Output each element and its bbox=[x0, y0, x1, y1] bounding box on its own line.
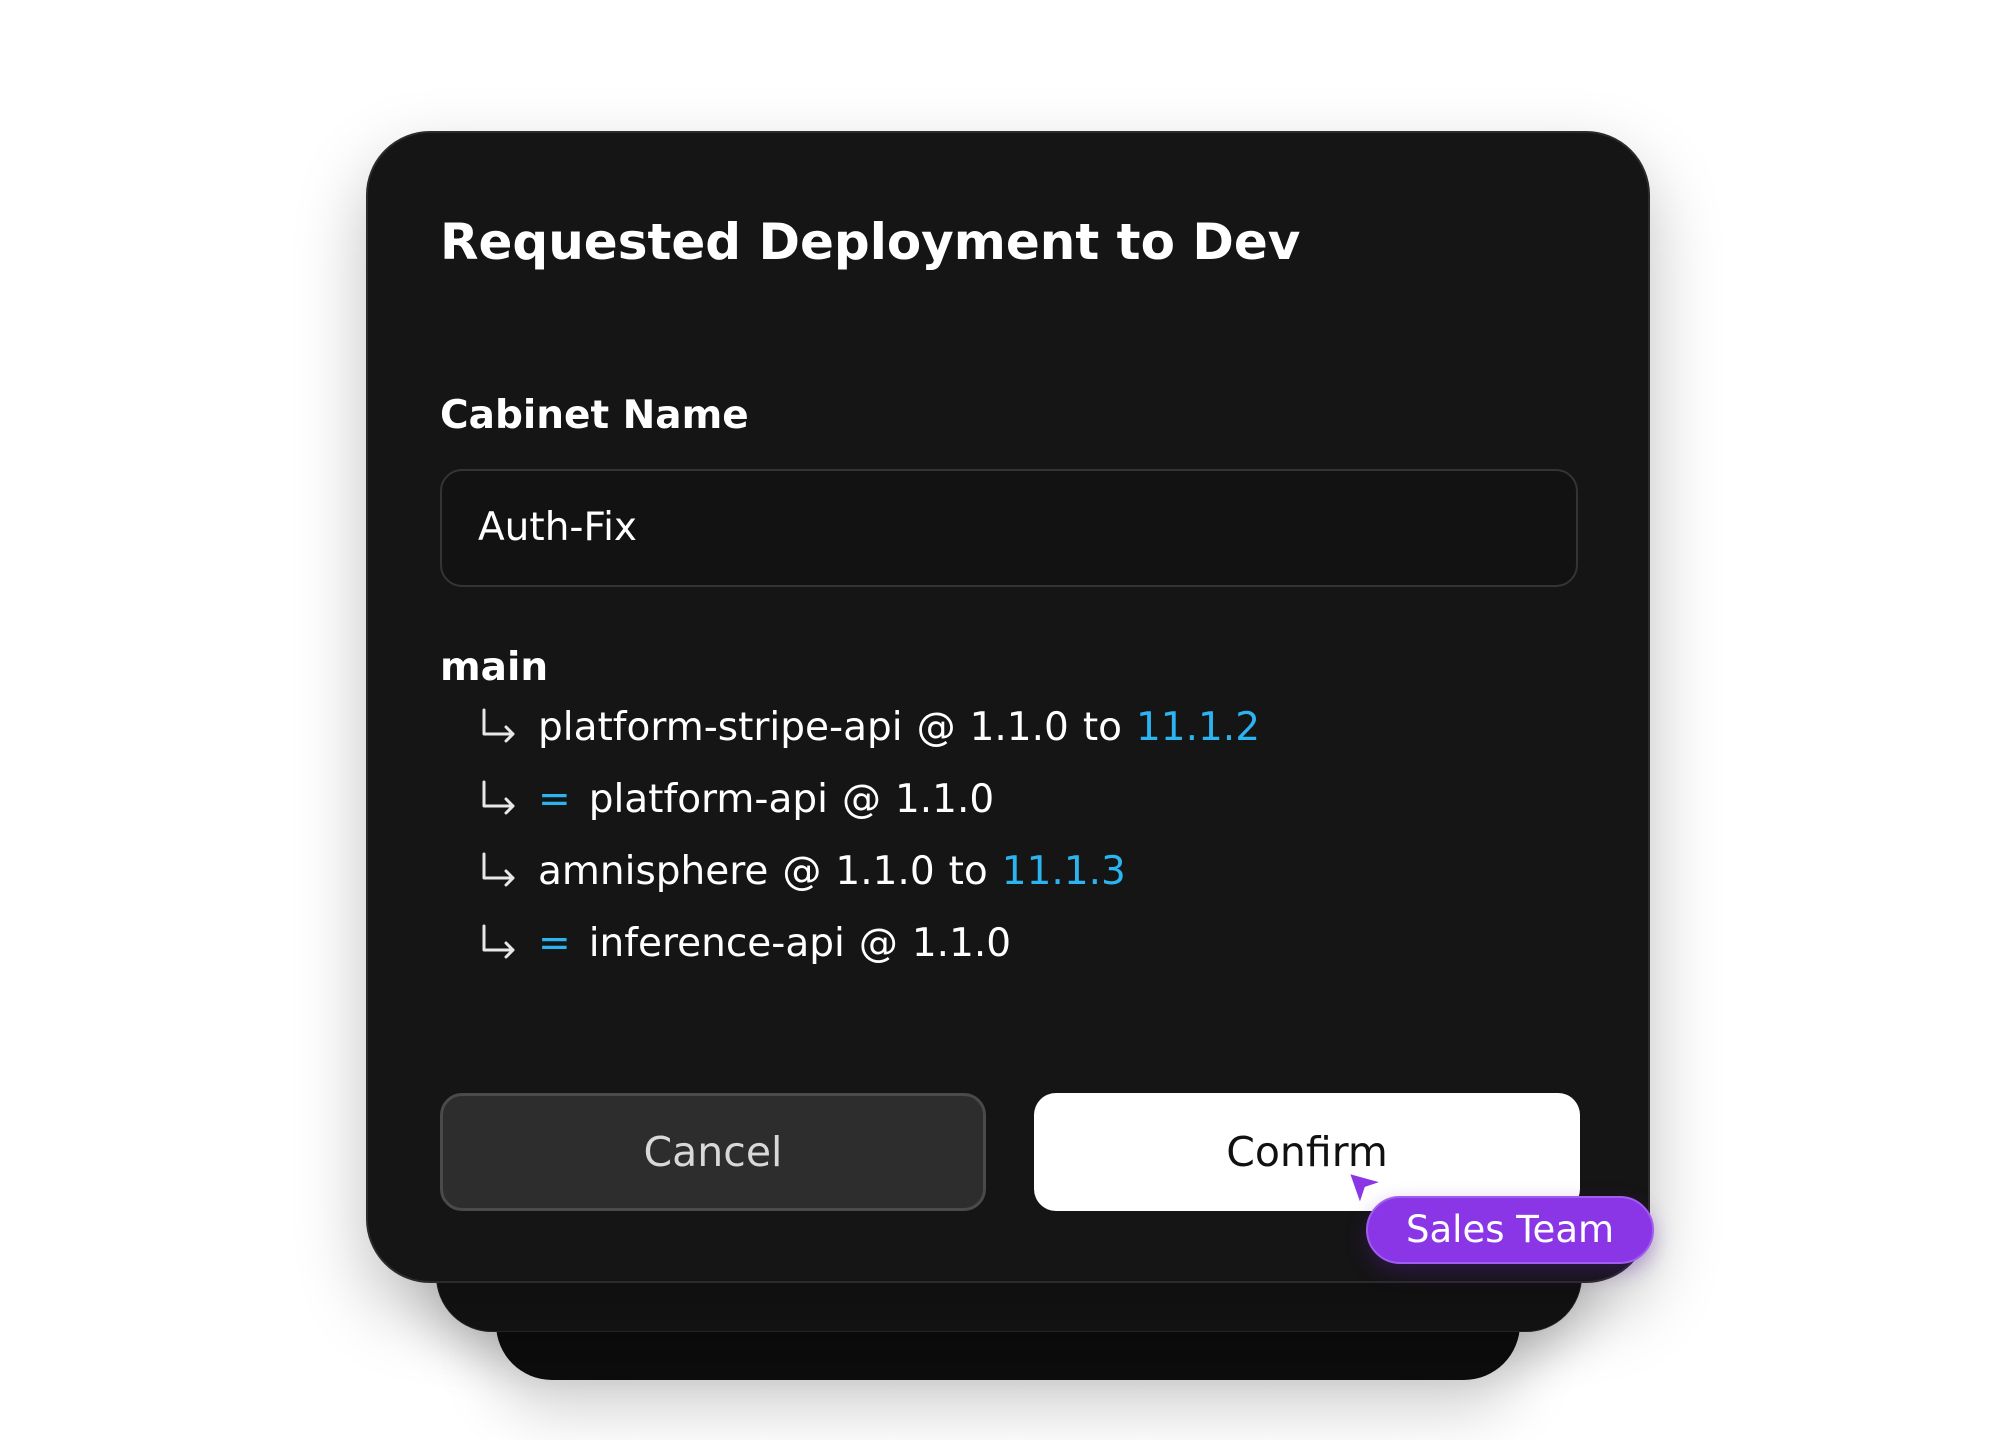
cancel-button[interactable]: Cancel bbox=[440, 1093, 986, 1211]
service-to-word: to bbox=[948, 848, 988, 894]
arrow-down-right-icon bbox=[480, 923, 518, 963]
branch-name: main bbox=[440, 645, 549, 690]
service-row: platform-stripe-api @ 1.1.0 to 11.1.2 bbox=[480, 691, 1260, 763]
service-row: = platform-api @ 1.1.0 bbox=[480, 763, 1260, 835]
service-at-sign: @ bbox=[858, 920, 898, 966]
cabinet-name-label: Cabinet Name bbox=[440, 393, 749, 438]
cabinet-name-value[interactable]: Auth-Fix bbox=[478, 471, 637, 585]
collaborator-cursor-label: Sales Team bbox=[1366, 1196, 1655, 1264]
service-current-version: 1.1.0 bbox=[911, 920, 1012, 966]
arrow-down-right-icon bbox=[480, 851, 518, 891]
dialog-title: Requested Deployment to Dev bbox=[440, 213, 1301, 271]
arrow-down-right-icon bbox=[480, 707, 518, 747]
service-list: platform-stripe-api @ 1.1.0 to 11.1.2 = … bbox=[480, 691, 1260, 979]
service-current-version: 1.1.0 bbox=[894, 776, 995, 822]
service-row: amnisphere @ 1.1.0 to 11.1.3 bbox=[480, 835, 1260, 907]
service-at-sign: @ bbox=[916, 704, 956, 750]
service-name: platform-api bbox=[588, 776, 828, 822]
deployment-dialog: Requested Deployment to Dev Cabinet Name… bbox=[366, 131, 1650, 1283]
confirm-button[interactable]: Confirm bbox=[1034, 1093, 1580, 1211]
service-new-version: 11.1.2 bbox=[1135, 704, 1261, 750]
service-row: = inference-api @ 1.1.0 bbox=[480, 907, 1260, 979]
cabinet-name-field[interactable]: Auth-Fix bbox=[440, 469, 1578, 587]
service-name: platform-stripe-api bbox=[538, 704, 903, 750]
service-at-sign: @ bbox=[841, 776, 881, 822]
service-current-version: 1.1.0 bbox=[835, 848, 935, 894]
service-at-sign: @ bbox=[782, 848, 822, 894]
service-to-word: to bbox=[1082, 704, 1122, 750]
service-name: inference-api bbox=[588, 920, 845, 966]
service-name: amnisphere bbox=[538, 848, 769, 894]
arrow-down-right-icon bbox=[480, 779, 518, 819]
unchanged-marker: = bbox=[538, 776, 571, 822]
unchanged-marker: = bbox=[538, 920, 571, 966]
service-current-version: 1.1.0 bbox=[969, 704, 1069, 750]
service-new-version: 11.1.3 bbox=[1001, 848, 1126, 894]
